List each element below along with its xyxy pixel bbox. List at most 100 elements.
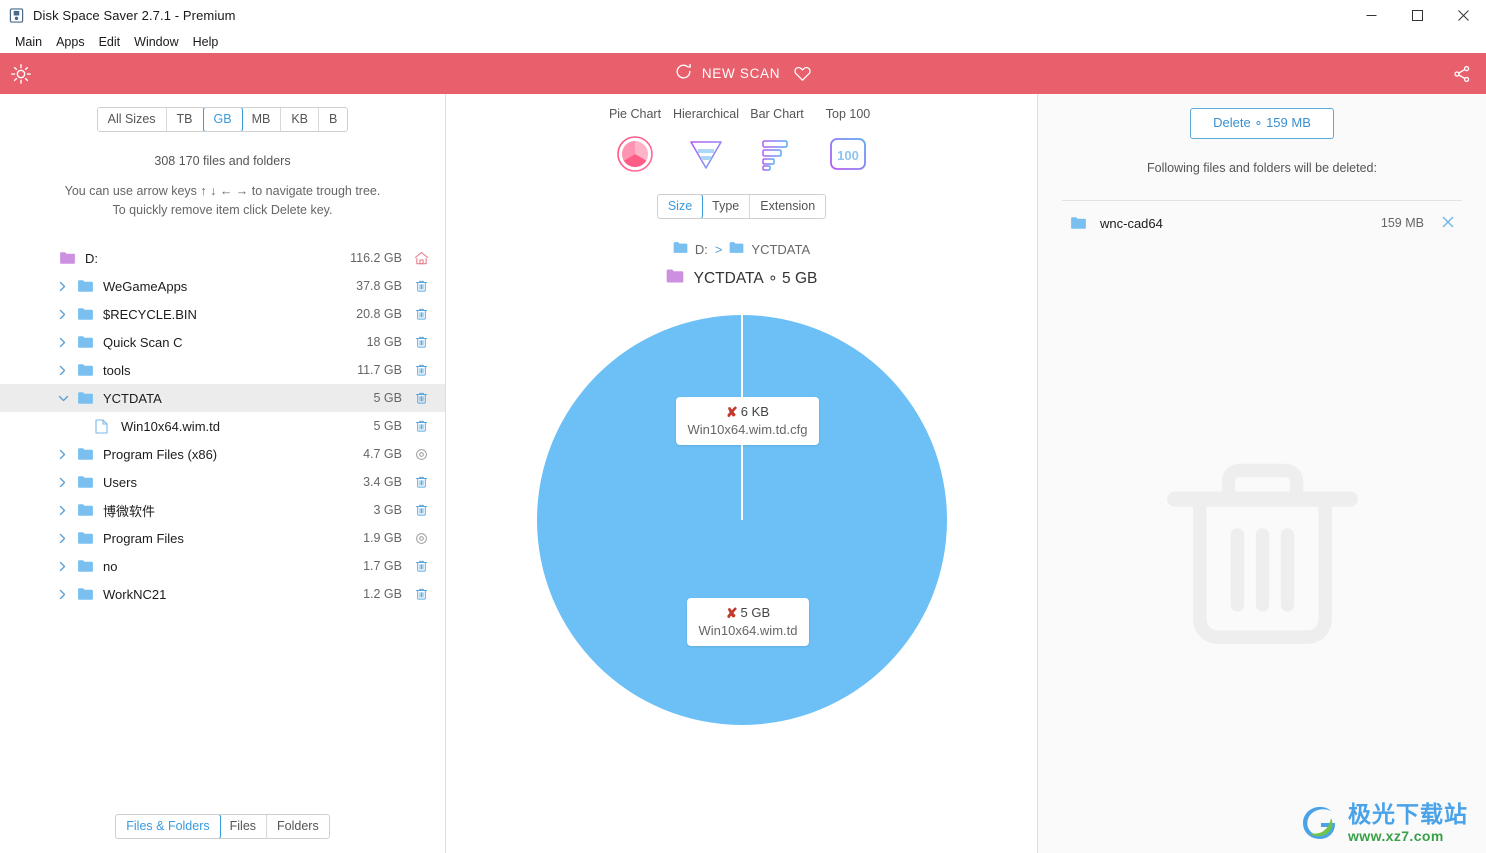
tree-row[interactable]: Program Files (x86)4.7 GB: [0, 440, 445, 468]
file-tree[interactable]: D:116.2 GBWeGameApps37.8 GB$RECYCLE.BIN2…: [0, 244, 445, 814]
tree-row[interactable]: Quick Scan C18 GB: [0, 328, 445, 356]
group-by-extension[interactable]: Extension: [750, 195, 825, 218]
tree-row[interactable]: Program Files1.9 GB: [0, 524, 445, 552]
tree-item-size: 18 GB: [367, 335, 402, 349]
tree-row[interactable]: Win10x64.wim.td5 GB: [0, 412, 445, 440]
menu-main[interactable]: Main: [8, 33, 49, 51]
trash-icon[interactable]: [413, 503, 429, 517]
size-filter-mb[interactable]: MB: [242, 108, 282, 131]
size-filter-gb[interactable]: GB: [203, 107, 243, 132]
folder-purple-icon: [59, 251, 85, 265]
tree-item-size: 1.7 GB: [363, 559, 402, 573]
tree-row[interactable]: no1.7 GB: [0, 552, 445, 580]
pie-chart[interactable]: ✘ 6 KB Win10x64.wim.td.cfg ✘ 5 GB Win10x…: [537, 315, 947, 725]
delete-item-size: 159 MB: [1381, 216, 1424, 230]
trash-icon[interactable]: [413, 335, 429, 349]
group-by-size[interactable]: Size: [657, 194, 703, 219]
view-filter-files[interactable]: Files: [220, 815, 267, 838]
size-filter-kb[interactable]: KB: [281, 108, 319, 131]
close-icon[interactable]: [1442, 215, 1454, 232]
tree-item-name: YCTDATA: [103, 391, 374, 406]
menu-help[interactable]: Help: [186, 33, 226, 51]
size-filter-group: All Sizes TB GB MB KB B: [97, 107, 349, 132]
breadcrumb-separator: >: [715, 242, 723, 257]
chevron-right-icon[interactable]: [58, 477, 77, 488]
tab-pie-chart[interactable]: Pie Chart: [600, 107, 671, 176]
application-window: Disk Space Saver 2.7.1 - Premium Main Ap…: [0, 0, 1486, 853]
trash-watermark: [1038, 449, 1486, 664]
size-filter-tb[interactable]: TB: [167, 108, 204, 131]
home-icon[interactable]: [413, 251, 429, 265]
tree-row[interactable]: D:116.2 GB: [0, 244, 445, 272]
tree-row[interactable]: WeGameApps37.8 GB: [0, 272, 445, 300]
breadcrumb-item-0[interactable]: D:: [695, 242, 708, 257]
view-filter-group: Files & Folders Files Folders: [115, 814, 329, 839]
pie-label-td-name: Win10x64.wim.td: [699, 623, 798, 638]
folder-blue-icon: [77, 447, 103, 461]
trash-icon[interactable]: [413, 307, 429, 321]
trash-icon[interactable]: [413, 391, 429, 405]
chevron-right-icon[interactable]: [58, 337, 77, 348]
tab-hierarchical[interactable]: Hierarchical: [671, 107, 742, 176]
minimize-button[interactable]: [1348, 0, 1394, 31]
maximize-button[interactable]: [1394, 0, 1440, 31]
chevron-right-icon[interactable]: [58, 281, 77, 292]
breadcrumb-item-1[interactable]: YCTDATA: [751, 242, 810, 257]
trash-icon[interactable]: [413, 559, 429, 573]
chevron-right-icon[interactable]: [58, 589, 77, 600]
tree-row[interactable]: WorkNC211.2 GB: [0, 580, 445, 608]
view-filter-folders[interactable]: Folders: [267, 815, 329, 838]
size-filter-all[interactable]: All Sizes: [98, 108, 167, 131]
trash-icon[interactable]: [413, 587, 429, 601]
size-filter-b[interactable]: B: [319, 108, 347, 131]
tree-item-size: 5 GB: [374, 391, 403, 405]
chevron-right-icon[interactable]: [58, 561, 77, 572]
delete-x-icon[interactable]: ✘: [726, 607, 738, 619]
group-by-type[interactable]: Type: [702, 195, 750, 218]
gear-icon[interactable]: [413, 532, 429, 545]
chevron-right-icon[interactable]: [58, 505, 77, 516]
tree-item-name: D:: [85, 251, 350, 266]
menu-apps[interactable]: Apps: [49, 33, 92, 51]
chart-type-tabs: Pie Chart Hierarchical: [600, 107, 884, 176]
trash-icon[interactable]: [413, 475, 429, 489]
menu-window[interactable]: Window: [127, 33, 185, 51]
delete-list-item[interactable]: wnc-cad64 159 MB: [1062, 201, 1462, 245]
tree-row[interactable]: tools11.7 GB: [0, 356, 445, 384]
current-folder: YCTDATA ∘ 5 GB: [666, 268, 818, 289]
new-scan-button[interactable]: NEW SCAN: [674, 62, 780, 86]
chevron-right-icon[interactable]: [58, 533, 77, 544]
close-button[interactable]: [1440, 0, 1486, 31]
tree-item-name: WorkNC21: [103, 587, 363, 602]
chevron-right-icon[interactable]: [58, 449, 77, 460]
breadcrumb-folder-icon-0: [673, 241, 688, 257]
group-by-tabs: Size Type Extension: [657, 194, 826, 219]
delete-x-icon[interactable]: ✘: [726, 406, 738, 418]
pie-label-td-size: 5 GB: [741, 605, 771, 620]
tree-item-size: 1.2 GB: [363, 587, 402, 601]
trash-icon[interactable]: [413, 279, 429, 293]
chevron-right-icon[interactable]: [58, 365, 77, 376]
heart-icon[interactable]: [793, 64, 812, 83]
tab-pie-chart-label: Pie Chart: [609, 107, 661, 121]
chevron-right-icon[interactable]: [58, 309, 77, 320]
folder-blue-icon: [77, 363, 103, 377]
tab-top-100[interactable]: Top 100 100: [813, 107, 884, 176]
view-filter-files-and-folders[interactable]: Files & Folders: [115, 814, 220, 839]
tree-row[interactable]: $RECYCLE.BIN20.8 GB: [0, 300, 445, 328]
tree-item-name: no: [103, 559, 363, 574]
sidebar-panel: All Sizes TB GB MB KB B 308 170 files an…: [0, 94, 446, 853]
trash-icon[interactable]: [413, 419, 429, 433]
toolbar-right: [1452, 64, 1472, 84]
tab-top-100-label: Top 100: [826, 107, 870, 121]
chevron-down-icon[interactable]: [58, 394, 77, 403]
tree-row[interactable]: Users3.4 GB: [0, 468, 445, 496]
gear-icon[interactable]: [413, 448, 429, 461]
tree-row[interactable]: 博微软件3 GB: [0, 496, 445, 524]
delete-button[interactable]: Delete ∘ 159 MB: [1190, 108, 1334, 139]
tab-bar-chart[interactable]: Bar Chart: [742, 107, 813, 176]
tree-row[interactable]: YCTDATA5 GB: [0, 384, 445, 412]
trash-icon[interactable]: [413, 363, 429, 377]
share-icon[interactable]: [1452, 64, 1472, 84]
menu-edit[interactable]: Edit: [92, 33, 128, 51]
